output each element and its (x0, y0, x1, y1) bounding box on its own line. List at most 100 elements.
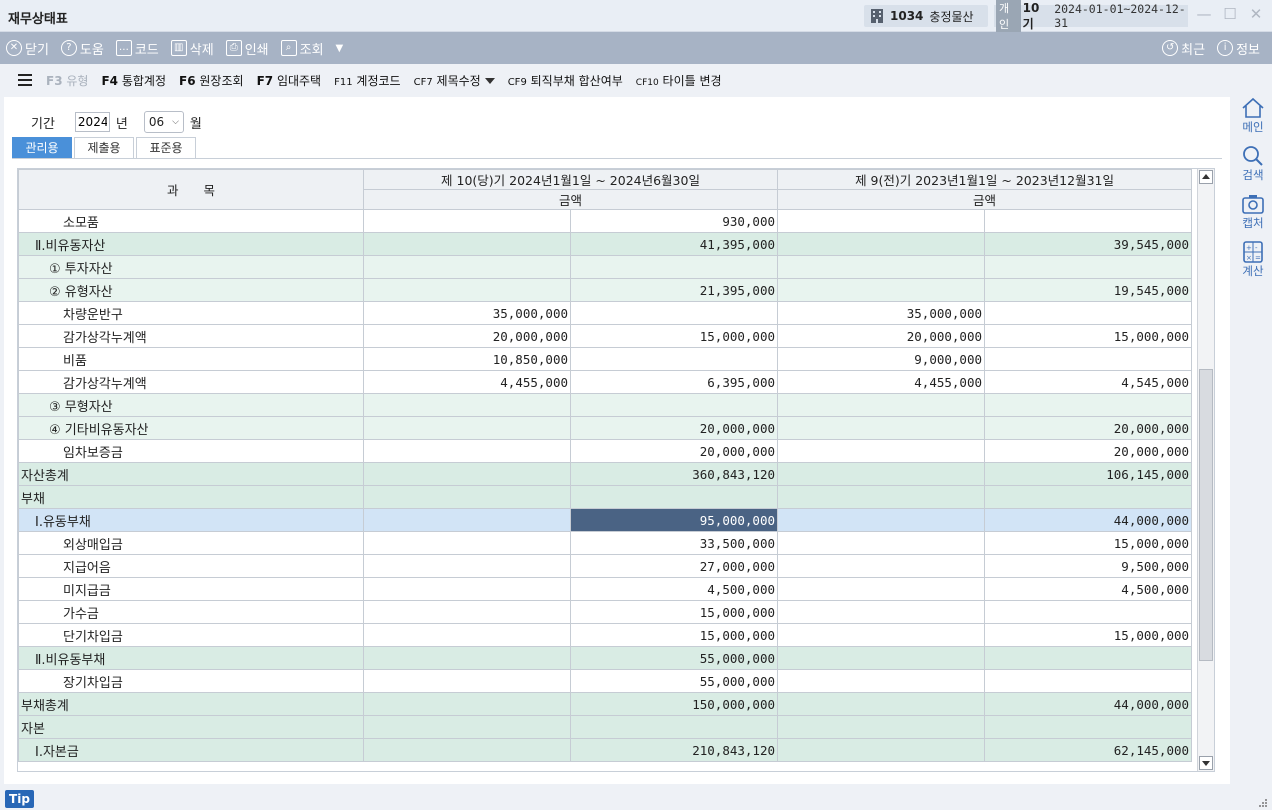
prior-amount-cell[interactable] (984, 646, 1193, 670)
table-row[interactable]: 소모품 930,000 (18, 209, 1193, 233)
prior-detail-cell[interactable] (777, 715, 986, 739)
prior-amount-cell[interactable] (984, 393, 1193, 417)
account-name-cell[interactable]: 가수금 (18, 600, 364, 624)
prior-detail-cell[interactable]: 20,000,000 (777, 324, 986, 348)
current-detail-cell[interactable] (363, 508, 571, 532)
help-button[interactable]: ? 도움 (55, 32, 110, 64)
sidebar-calculator[interactable]: + - × = 계산 (1234, 241, 1272, 279)
current-detail-cell[interactable]: 20,000,000 (363, 324, 571, 348)
prior-detail-cell[interactable] (777, 623, 986, 647)
year-input[interactable] (74, 112, 110, 132)
account-name-cell[interactable]: ① 투자자산 (18, 255, 364, 279)
sidebar-main[interactable]: 메인 (1234, 97, 1272, 135)
prior-amount-cell[interactable] (984, 485, 1193, 509)
fiscal-period[interactable]: 개인 10기 2024-01-01~2024-12-31 (994, 0, 1188, 33)
current-amount-cell[interactable]: 15,000,000 (569, 623, 779, 647)
account-name-cell[interactable]: Ⅱ.비유동부채 (18, 646, 364, 670)
current-detail-cell[interactable] (363, 485, 571, 509)
table-row[interactable]: 자본 (18, 715, 1193, 739)
current-detail-cell[interactable] (363, 669, 571, 693)
print-button[interactable]: ⎙ 인쇄 (220, 32, 275, 64)
account-name-cell[interactable]: 감가상각누계액 (18, 370, 364, 394)
current-amount-cell[interactable]: 930,000 (569, 209, 779, 233)
maximize-icon[interactable]: ☐ (1222, 6, 1238, 22)
more-dropdown-button[interactable]: ▼ (330, 32, 350, 64)
current-detail-cell[interactable] (363, 577, 571, 601)
prior-amount-cell[interactable] (984, 715, 1193, 739)
table-row[interactable]: Ⅱ.비유동자산 41,395,000 39,545,000 (18, 232, 1193, 256)
prior-detail-cell[interactable]: 4,455,000 (777, 370, 986, 394)
current-amount-cell[interactable]: 360,843,120 (569, 462, 779, 486)
table-row[interactable]: 감가상각누계액 4,455,000 6,395,000 4,455,000 4,545,… (18, 370, 1193, 394)
prior-detail-cell[interactable]: 9,000,000 (777, 347, 986, 371)
delete-button[interactable]: ▥ 삭제 (165, 32, 220, 64)
current-detail-cell[interactable]: 10,850,000 (363, 347, 571, 371)
table-row[interactable]: 미지급금 4,500,000 4,500,000 (18, 577, 1193, 601)
prior-amount-cell[interactable]: 20,000,000 (984, 439, 1193, 463)
prior-amount-cell[interactable]: 44,000,000 (984, 508, 1193, 532)
table-row[interactable]: ② 유형자산 21,395,000 19,545,000 (18, 278, 1193, 302)
account-name-cell[interactable]: Ⅰ.자본금 (18, 738, 364, 762)
prior-detail-cell[interactable] (777, 646, 986, 670)
current-amount-cell[interactable] (569, 255, 779, 279)
account-name-cell[interactable]: 감가상각누계액 (18, 324, 364, 348)
account-name-cell[interactable]: 단기차입금 (18, 623, 364, 647)
account-name-cell[interactable]: Ⅰ.유동부채 (18, 508, 364, 532)
prior-detail-cell[interactable] (777, 692, 986, 716)
fkey-f6[interactable]: F6 원장조회 (179, 72, 244, 89)
current-detail-cell[interactable] (363, 554, 571, 578)
fkey-f3[interactable]: F3 유형 (46, 72, 88, 89)
prior-amount-cell[interactable]: 39,545,000 (984, 232, 1193, 256)
fkey-cf9[interactable]: CF9 퇴직부채 합산여부 (508, 72, 623, 89)
current-amount-cell[interactable]: 21,395,000 (569, 278, 779, 302)
current-detail-cell[interactable] (363, 462, 571, 486)
table-row[interactable]: ③ 무형자산 (18, 393, 1193, 417)
month-select[interactable]: 06 ⌵ (143, 111, 184, 133)
prior-amount-cell[interactable]: 19,545,000 (984, 278, 1193, 302)
table-row[interactable]: 차량운반구 35,000,000 35,000,000 (18, 301, 1193, 325)
tab-standard[interactable]: 표준용 (136, 137, 196, 159)
info-button[interactable]: i 정보 (1211, 32, 1266, 64)
account-name-cell[interactable]: 부채총계 (18, 692, 364, 716)
table-row[interactable]: 지급어음 27,000,000 9,500,000 (18, 554, 1193, 578)
table-row[interactable]: 가수금 15,000,000 (18, 600, 1193, 624)
current-amount-cell[interactable]: 150,000,000 (569, 692, 779, 716)
prior-amount-cell[interactable]: 44,000,000 (984, 692, 1193, 716)
fkey-cf7[interactable]: CF7 제목수정 (414, 72, 495, 89)
current-amount-cell[interactable] (569, 347, 779, 371)
account-name-cell[interactable]: ③ 무형자산 (18, 393, 364, 417)
table-row[interactable]: Ⅰ.자본금 210,843,120 62,145,000 (18, 738, 1193, 762)
account-name-cell[interactable]: 외상매입금 (18, 531, 364, 555)
account-name-cell[interactable]: 부채 (18, 485, 364, 509)
prior-amount-cell[interactable] (984, 209, 1193, 233)
prior-detail-cell[interactable] (777, 439, 986, 463)
current-detail-cell[interactable] (363, 416, 571, 440)
prior-detail-cell[interactable]: 35,000,000 (777, 301, 986, 325)
account-name-cell[interactable]: 자산총계 (18, 462, 364, 486)
table-row[interactable]: 외상매입금 33,500,000 15,000,000 (18, 531, 1193, 555)
account-name-cell[interactable]: ④ 기타비유동자산 (18, 416, 364, 440)
prior-detail-cell[interactable] (777, 278, 986, 302)
prior-detail-cell[interactable] (777, 531, 986, 555)
current-detail-cell[interactable] (363, 715, 571, 739)
prior-detail-cell[interactable] (777, 255, 986, 279)
account-name-cell[interactable]: 미지급금 (18, 577, 364, 601)
scroll-thumb[interactable] (1199, 369, 1213, 661)
account-name-cell[interactable]: Ⅱ.비유동자산 (18, 232, 364, 256)
prior-detail-cell[interactable] (777, 462, 986, 486)
table-row[interactable]: 장기차입금 55,000,000 (18, 669, 1193, 693)
prior-detail-cell[interactable] (777, 669, 986, 693)
current-amount-cell[interactable]: 15,000,000 (569, 324, 779, 348)
prior-amount-cell[interactable] (984, 255, 1193, 279)
current-detail-cell[interactable] (363, 209, 571, 233)
prior-amount-cell[interactable] (984, 347, 1193, 371)
query-button[interactable]: ⌕ 조회 (275, 32, 330, 64)
current-detail-cell[interactable] (363, 278, 571, 302)
prior-amount-cell[interactable] (984, 600, 1193, 624)
current-detail-cell[interactable] (363, 232, 571, 256)
prior-detail-cell[interactable] (777, 508, 986, 532)
minimize-icon[interactable]: — (1196, 6, 1212, 22)
current-amount-cell[interactable]: 55,000,000 (569, 669, 779, 693)
table-row[interactable]: ① 투자자산 (18, 255, 1193, 279)
fkey-f4[interactable]: F4 통합계정 (101, 72, 166, 89)
